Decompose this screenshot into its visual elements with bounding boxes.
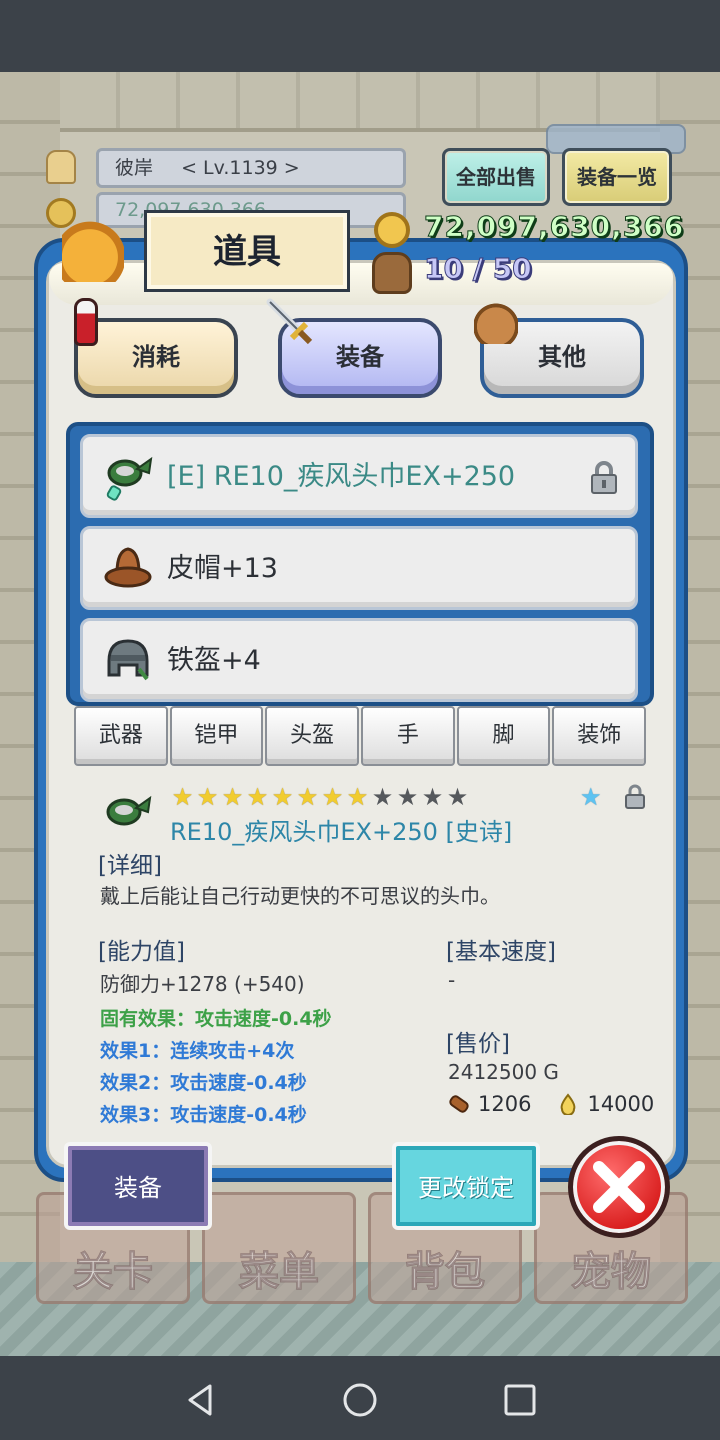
sell-all-button[interactable]: 全部出售: [442, 148, 550, 206]
backpack-icon: [372, 252, 412, 294]
gold-amount: 72,097,630,366: [423, 210, 685, 244]
tab-weapon[interactable]: 武器: [74, 706, 168, 766]
menu-label: 菜单: [239, 1249, 320, 1296]
favorite-star-icon[interactable]: ★: [580, 784, 606, 810]
price-drop: 14000: [587, 1092, 655, 1116]
slot-filter-tabs: 武器 铠甲 头盔 手 脚 装饰: [74, 706, 647, 766]
item-name: 铁盔+4: [167, 645, 261, 676]
wood-icon: [449, 1095, 469, 1113]
inventory-capacity: 10 / 50: [424, 252, 533, 286]
base-speed-heading: [基本速度]: [446, 939, 556, 965]
defense-value: 防御力+1278 (+540): [100, 972, 305, 996]
price-wood: 1206: [478, 1092, 532, 1116]
tab-foot[interactable]: 脚: [456, 706, 551, 766]
price-heading: [售价]: [446, 1031, 510, 1057]
home-icon[interactable]: [342, 1382, 378, 1418]
gold-coin-icon: [374, 212, 410, 248]
leather-hat-icon: [104, 547, 152, 588]
tab-hand[interactable]: 手: [361, 706, 455, 766]
list-item[interactable]: 铁盔+4: [80, 618, 638, 702]
change-lock-button[interactable]: 更改锁定: [392, 1142, 540, 1230]
player-level: < Lv.1139 >: [181, 157, 300, 179]
status-bar: [0, 0, 720, 72]
green-bandana-icon: [106, 795, 152, 826]
item-description: 戴上后能让自己行动更快的不可思议的头巾。: [100, 884, 500, 908]
rarity-star-icon: ★: [271, 783, 294, 811]
tab-consumables[interactable]: 消耗: [74, 318, 238, 398]
price-gold: 2412500 G: [448, 1060, 559, 1084]
effect-1: 效果1：连续攻击+4次: [100, 1040, 295, 1062]
rarity-star-icon: ★: [321, 783, 344, 811]
recents-icon[interactable]: [502, 1382, 538, 1418]
equip-button[interactable]: 装备: [64, 1142, 212, 1230]
iron-helmet-icon: [107, 639, 149, 681]
rarity-star-icon: ★: [396, 783, 419, 811]
bag-icon: [62, 220, 124, 282]
player-info: 彼岸 < Lv.1139 >: [96, 148, 406, 188]
wall-top: [0, 72, 720, 132]
lock-icon[interactable]: [589, 461, 619, 495]
item-detail-title: RE10_疾风头巾EX+250 [史诗]: [170, 818, 513, 846]
sack-icon: [474, 300, 518, 344]
rarity-star-icon: ★: [246, 783, 269, 811]
menu-label: 宠物: [571, 1249, 652, 1296]
rarity-stars: ★ ★ ★ ★ ★ ★ ★ ★ ★ ★ ★ ★: [170, 784, 470, 810]
rarity-star-icon: ★: [221, 783, 244, 811]
detail-heading: [详细]: [98, 853, 162, 879]
panel-title: 道具: [144, 210, 350, 292]
player-name: 彼岸: [115, 157, 154, 179]
price-materials: 1206 14000: [448, 1090, 654, 1118]
lock-icon[interactable]: [624, 784, 646, 810]
inherent-effect: 固有效果：攻击速度-0.4秒: [100, 1008, 332, 1030]
list-item[interactable]: [E] RE10_疾风头巾EX+250: [80, 434, 638, 518]
base-speed-value: -: [448, 968, 456, 992]
rarity-star-icon: ★: [171, 783, 194, 811]
tab-armor[interactable]: 铠甲: [169, 706, 264, 766]
panel-header-band: [49, 263, 673, 305]
potion-icon: [74, 298, 98, 346]
close-button[interactable]: [568, 1136, 670, 1238]
equipment-list-button[interactable]: 装备一览: [562, 148, 672, 206]
player-avatar: [46, 150, 76, 184]
drop-icon: [561, 1093, 576, 1115]
effect-2: 效果2：攻击速度-0.4秒: [100, 1072, 307, 1094]
system-nav-bar: [0, 1356, 720, 1440]
menu-item-menu[interactable]: 菜单: [202, 1192, 356, 1304]
green-bandana-icon: [106, 456, 153, 501]
list-item[interactable]: 皮帽+13: [80, 526, 638, 610]
rarity-star-icon: ★: [346, 783, 369, 811]
rarity-star-icon: ★: [196, 783, 219, 811]
item-list: [E] RE10_疾风头巾EX+250 皮帽+13 铁盔+4: [66, 422, 654, 706]
effect-3: 效果3：攻击速度-0.4秒: [100, 1104, 307, 1126]
rarity-star-icon: ★: [296, 783, 319, 811]
rarity-star-icon: ★: [446, 783, 469, 811]
ability-heading: [能力值]: [98, 939, 185, 965]
rarity-star-icon: ★: [371, 783, 394, 811]
back-icon[interactable]: [182, 1382, 218, 1418]
item-name: [E] RE10_疾风头巾EX+250: [167, 461, 516, 492]
menu-label: 关卡: [73, 1249, 154, 1296]
item-name: 皮帽+13: [167, 553, 278, 584]
rarity-star-icon: ★: [421, 783, 444, 811]
tab-accessory[interactable]: 装饰: [552, 706, 647, 766]
sword-icon: [266, 298, 313, 345]
tab-helmet[interactable]: 头盔: [265, 706, 360, 766]
menu-label: 背包: [405, 1249, 486, 1296]
close-icon: [593, 1161, 645, 1213]
